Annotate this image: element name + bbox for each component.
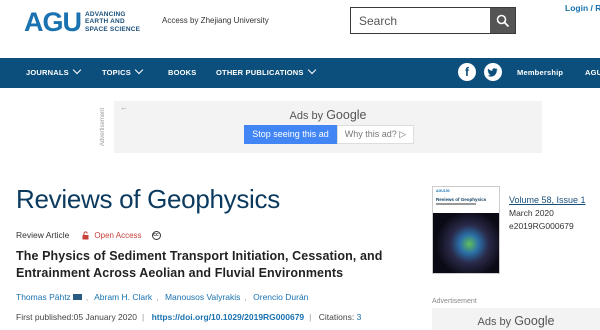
email-icon[interactable]	[72, 294, 82, 300]
chevron-down-icon	[134, 65, 144, 75]
logo-tagline: ADVANCING EARTH AND SPACE SCIENCE	[85, 10, 141, 33]
author-link[interactable]: Manousos Valyrakis	[165, 292, 240, 302]
journal-cover-image[interactable]: AGU100 Reviews of Geophysics	[432, 186, 500, 274]
ads-by-google: Ads by Google	[477, 314, 555, 328]
chevron-down-icon	[307, 65, 316, 75]
why-this-ad-button[interactable]: Why this ad? ▷	[337, 125, 414, 144]
search-icon	[496, 14, 509, 27]
facebook-icon[interactable]: f	[458, 63, 476, 81]
stop-seeing-ad-button[interactable]: Stop seeing this ad	[244, 125, 337, 144]
login-link[interactable]: Login / Re	[565, 3, 600, 13]
open-access-label[interactable]: Open Access	[94, 231, 141, 240]
nav-agu[interactable]: AGU	[585, 58, 600, 88]
creative-commons-icon[interactable]: cc	[151, 230, 161, 240]
advertisement-banner: ← Ads by Google Stop seeing this ad Why …	[114, 101, 542, 153]
search-button[interactable]	[490, 8, 515, 33]
nav-membership[interactable]: Membership	[517, 58, 563, 88]
first-published-date: 05 January 2020	[73, 312, 137, 322]
sidebar-advertisement-label: Advertisement	[432, 298, 477, 305]
author-list: Thomas Pähtz, Abram H. Clark, Manousos V…	[16, 292, 309, 302]
article-id: e2019RG000679	[509, 221, 574, 231]
nav-journals[interactable]: JOURNALS	[26, 58, 82, 88]
advertisement-label: Advertisement	[100, 107, 107, 147]
main-nav: JOURNALS TOPICS BOOKS OTHER PUBLICATIONS…	[0, 58, 600, 88]
citations-count[interactable]: 3	[357, 312, 362, 322]
twitter-icon[interactable]	[484, 63, 502, 81]
nav-other-publications[interactable]: OTHER PUBLICATIONS	[216, 58, 316, 88]
author-link[interactable]: Abram H. Clark	[94, 292, 152, 302]
agu-logo[interactable]: AGU ADVANCING EARTH AND SPACE SCIENCE	[24, 8, 140, 36]
search-input[interactable]	[351, 8, 491, 33]
article-type: Review Article	[16, 230, 70, 240]
article-meta: Review Article Open Access cc	[16, 230, 161, 240]
author-link[interactable]: Thomas Pähtz	[16, 292, 71, 302]
logo-mark: AGU	[24, 7, 82, 37]
article-title: The Physics of Sediment Transport Initia…	[16, 249, 383, 280]
institution-access: Access by Zhejiang University	[162, 16, 269, 25]
ads-by-google: Ads by Google	[289, 108, 367, 122]
open-lock-icon	[82, 230, 89, 239]
site-header: AGU ADVANCING EARTH AND SPACE SCIENCE Ac…	[0, 0, 600, 58]
journal-title[interactable]: Reviews of Geophysics	[16, 184, 280, 215]
sidebar-advertisement: Ads by Google	[432, 308, 600, 330]
publication-info: First published:05 January 2020 | https:/…	[16, 312, 362, 322]
nav-topics[interactable]: TOPICS	[102, 58, 144, 88]
issue-date: March 2020	[509, 208, 554, 218]
volume-issue-link[interactable]: Volume 58, Issue 1	[509, 195, 586, 205]
nav-books[interactable]: BOOKS	[168, 58, 197, 88]
chevron-down-icon	[72, 65, 82, 75]
doi-link[interactable]: https://doi.org/10.1029/2019RG000679	[152, 312, 305, 322]
search-box	[350, 7, 516, 34]
author-link[interactable]: Orencio Durán	[253, 292, 308, 302]
cover-artwork	[433, 213, 499, 273]
